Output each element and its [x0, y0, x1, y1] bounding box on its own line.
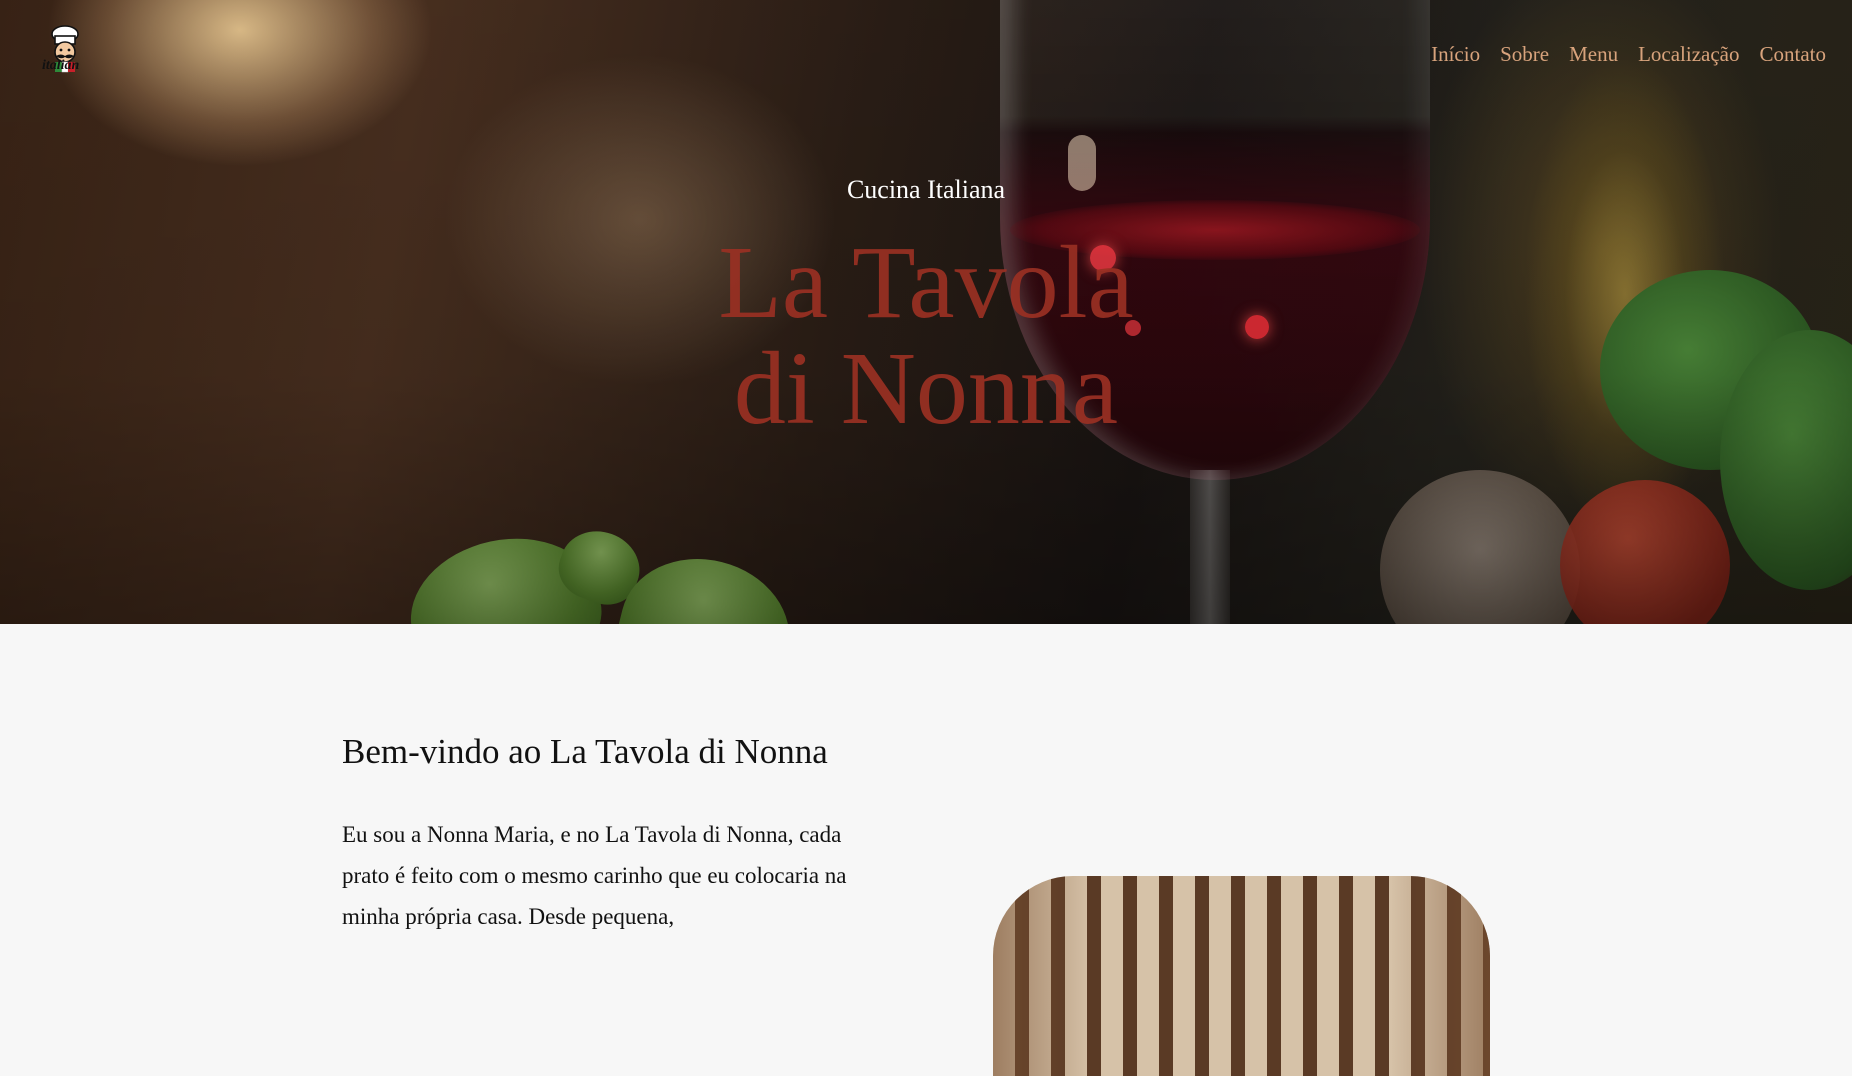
- about-paragraph: Eu sou a Nonna Maria, e no La Tavola di …: [342, 822, 847, 929]
- main-nav: Início Sobre Menu Localização Contato: [1431, 42, 1826, 67]
- logo-wordmark[interactable]: italian: [42, 58, 79, 74]
- nav-item-sobre[interactable]: Sobre: [1500, 42, 1549, 67]
- nav-item-contato[interactable]: Contato: [1760, 42, 1827, 67]
- about-section: Bem-vindo ao La Tavola di Nonna Eu sou a…: [0, 624, 1852, 1076]
- hero-title-line-1: La Tavola: [718, 225, 1134, 340]
- hero-title-line-2: di Nonna: [733, 331, 1119, 446]
- nav-item-menu[interactable]: Menu: [1569, 42, 1618, 67]
- hero-background-glass-stem: [1190, 470, 1230, 624]
- about-heading: Bem-vindo ao La Tavola di Nonna: [342, 732, 828, 771]
- hero-title: La Tavola di Nonna: [0, 230, 1852, 442]
- nav-item-localizacao[interactable]: Localização: [1638, 42, 1739, 67]
- hero-section: italian Início Sobre Menu Localização Co…: [0, 0, 1852, 624]
- hero-subtitle: Cucina Italiana: [846, 175, 1006, 204]
- about-restaurant-photo: [993, 876, 1490, 1076]
- nav-item-inicio[interactable]: Início: [1431, 42, 1480, 67]
